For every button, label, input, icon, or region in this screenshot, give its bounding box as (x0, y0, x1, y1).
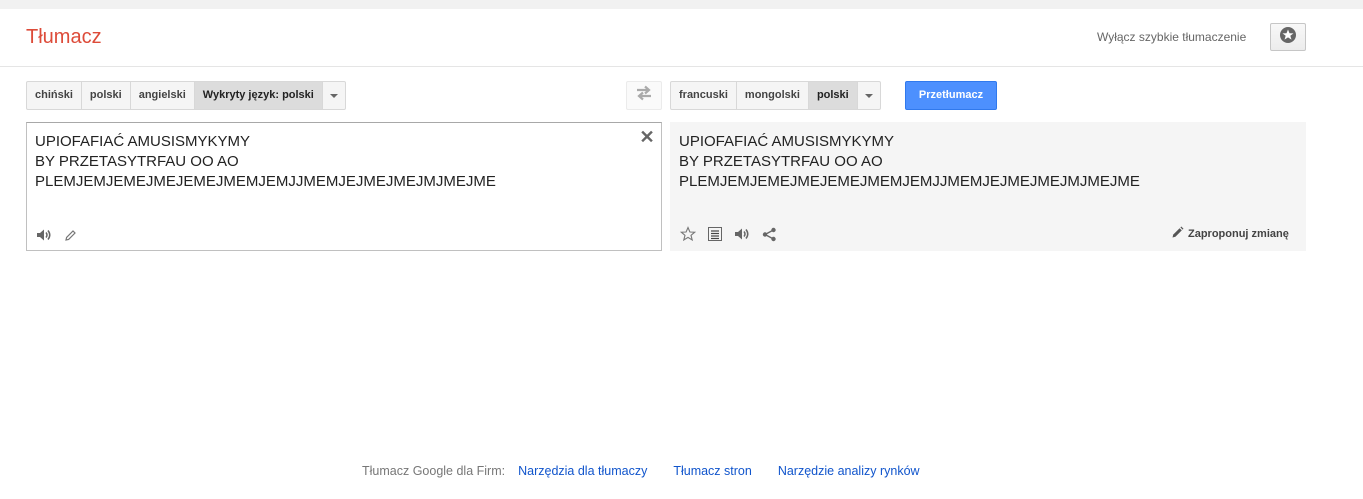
header: Tłumacz Wyłącz szybkie tłumaczenie (0, 9, 1363, 67)
close-icon[interactable]: ✕ (639, 127, 655, 147)
chevron-down-icon (329, 93, 338, 98)
source-lang-dropdown[interactable] (323, 82, 345, 109)
source-text[interactable]: UPIOFAFIAĆ AMUSISMYKYMY BY PRZETASYTRFAU… (35, 132, 625, 192)
suggest-edit-link[interactable]: Zaproponuj zmianę (1171, 226, 1289, 242)
chevron-down-icon (864, 93, 873, 98)
share-icon[interactable] (760, 225, 778, 243)
instant-translation-toggle[interactable]: Wyłącz szybkie tłumaczenie (1097, 30, 1246, 44)
pencil-icon[interactable] (62, 227, 78, 243)
source-lang-chinese[interactable]: chiński (27, 82, 82, 109)
source-lang-polish[interactable]: polski (82, 82, 131, 109)
translation-output: UPIOFAFIAĆ AMUSISMYKYMY BY PRZETASYTRFAU… (670, 122, 1306, 251)
star-circle-icon (1279, 26, 1297, 49)
translation-text: UPIOFAFIAĆ AMUSISMYKYMY BY PRZETASYTRFAU… (679, 133, 1140, 190)
translate-button[interactable]: Przetłumacz (905, 81, 997, 110)
source-textarea[interactable]: UPIOFAFIAĆ AMUSISMYKYMY BY PRZETASYTRFAU… (26, 122, 662, 251)
footer-label: Tłumacz Google dla Firm: (362, 464, 506, 478)
speaker-icon[interactable] (35, 226, 53, 244)
target-language-bar: francuski mongolski polski (670, 81, 881, 110)
footer-link-global-market-finder[interactable]: Narzędzie analizy rynków (778, 464, 920, 478)
target-lang-dropdown[interactable] (858, 82, 880, 109)
phrasebook-button[interactable] (1270, 23, 1306, 51)
suggest-edit-label: Zaproponuj zmianę (1188, 228, 1289, 240)
target-lang-mongolian[interactable]: mongolski (737, 82, 809, 109)
footer: Tłumacz Google dla Firm: Narzędzia dla t… (362, 464, 946, 478)
source-lang-detected[interactable]: Wykryty język: polski (194, 82, 323, 109)
pencil-icon (1171, 226, 1184, 242)
top-strip (0, 0, 1363, 9)
swap-languages-button[interactable] (626, 81, 662, 110)
footer-link-website-translator[interactable]: Tłumacz stron (673, 464, 752, 478)
star-icon[interactable] (679, 225, 697, 243)
source-language-bar: chiński polski angielski Wykryty język: … (26, 81, 346, 110)
app-title: Tłumacz (26, 26, 102, 48)
speaker-icon[interactable] (733, 225, 751, 243)
swap-arrows-icon (634, 85, 654, 106)
target-lang-polish[interactable]: polski (808, 82, 858, 109)
source-lang-english[interactable]: angielski (131, 82, 195, 109)
target-lang-french[interactable]: francuski (671, 82, 737, 109)
footer-link-translator-toolkit[interactable]: Narzędzia dla tłumaczy (518, 464, 647, 478)
list-icon[interactable] (706, 225, 724, 243)
